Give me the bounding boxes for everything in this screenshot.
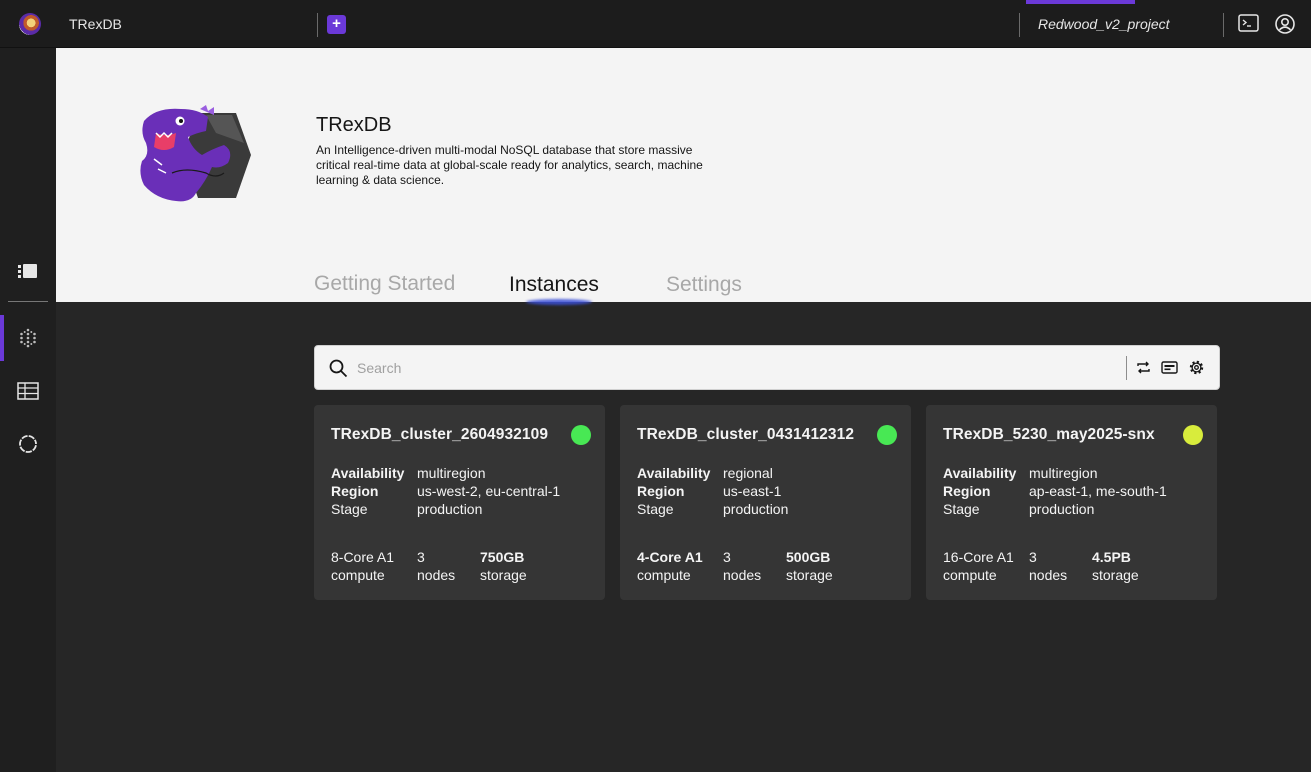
search-bar <box>314 345 1220 390</box>
stage-label: Stage <box>943 501 980 517</box>
status-indicator <box>1183 425 1203 445</box>
availability-value: multiregion <box>1029 465 1098 481</box>
sidebar <box>0 48 56 772</box>
tab-getting-started[interactable]: Getting Started <box>314 272 455 296</box>
status-indicator <box>877 425 897 445</box>
nodes-value: 3 <box>723 549 731 565</box>
sidebar-item-instances[interactable] <box>0 318 56 358</box>
cluster-name[interactable]: TRexDB_cluster_0431412312 <box>637 426 854 444</box>
sidebar-item-tables[interactable] <box>0 371 56 411</box>
cluster-card[interactable]: TRexDB_cluster_2604932109 Availability m… <box>314 405 605 600</box>
settings-gear-icon[interactable] <box>1188 359 1205 376</box>
storage-stat: 500GB storage <box>786 548 833 584</box>
compute-stat: 16-Core A1 compute <box>943 548 1014 584</box>
availability-label: Availability <box>943 465 1017 481</box>
project-selector[interactable]: Redwood_v2_project <box>1038 16 1170 32</box>
availability-value: multiregion <box>417 465 486 481</box>
storage-value: 500GB <box>786 549 831 565</box>
nodes-value: 3 <box>1029 549 1037 565</box>
product-description: An Intelligence-driven multi-modal NoSQL… <box>316 143 703 187</box>
divider <box>317 13 318 37</box>
storage-label: storage <box>1092 567 1139 583</box>
terminal-icon[interactable] <box>1238 14 1259 32</box>
availability-label: Availability <box>331 465 405 481</box>
product-header: TRexDB An Intelligence-driven multi-moda… <box>56 48 1311 305</box>
nodes-label: nodes <box>417 567 456 583</box>
stage-label: Stage <box>331 501 368 517</box>
region-value: us-west-2, eu-central-1 <box>417 483 561 499</box>
region-value: ap-east-1, me-south-1 <box>1029 483 1167 499</box>
nodes-label: nodes <box>723 567 762 583</box>
compute-label: compute <box>331 567 385 583</box>
compute-value: 4-Core A1 <box>637 549 703 565</box>
compute-label: compute <box>943 567 997 583</box>
nodes-stat: 3 nodes <box>417 548 455 584</box>
product-title: TRexDB <box>316 114 392 136</box>
divider <box>1019 13 1020 37</box>
status-indicator <box>571 425 591 445</box>
sidebar-item-monitor[interactable] <box>0 424 56 464</box>
region-label: Region <box>331 483 379 499</box>
search-icon <box>329 359 348 378</box>
stage-value: production <box>1029 501 1095 517</box>
cluster-card[interactable]: TRexDB_cluster_0431412312 Availability r… <box>620 405 911 600</box>
cluster-name[interactable]: TRexDB_5230_may2025-snx <box>943 426 1155 444</box>
app-title[interactable]: TRexDB <box>69 16 122 32</box>
search-divider <box>1126 356 1127 380</box>
sidebar-item-catalog[interactable] <box>0 251 56 291</box>
divider <box>1223 13 1224 37</box>
app-logo-icon[interactable] <box>19 13 41 35</box>
compute-value: 16-Core A1 <box>943 549 1014 565</box>
cluster-name[interactable]: TRexDB_cluster_2604932109 <box>331 426 548 444</box>
storage-value: 4.5PB <box>1092 549 1131 565</box>
nodes-value: 3 <box>417 549 425 565</box>
region-label: Region <box>943 483 991 499</box>
availability-label: Availability <box>637 465 711 481</box>
table-icon <box>17 382 39 400</box>
region-value: us-east-1 <box>723 483 782 499</box>
compute-stat: 8-Core A1 compute <box>331 548 394 584</box>
refresh-icon[interactable] <box>1135 359 1152 376</box>
availability-value: regional <box>723 465 773 481</box>
settings-ring-icon <box>18 434 38 454</box>
tab-instances[interactable]: Instances <box>509 273 599 297</box>
stage-value: production <box>723 501 789 517</box>
storage-label: storage <box>480 567 527 583</box>
nodes-stat: 3 nodes <box>1029 548 1067 584</box>
nodes-stat: 3 nodes <box>723 548 761 584</box>
stage-value: production <box>417 501 483 517</box>
nodes-label: nodes <box>1029 567 1068 583</box>
region-label: Region <box>637 483 685 499</box>
storage-label: storage <box>786 567 833 583</box>
add-button[interactable]: + <box>327 15 346 34</box>
compute-stat: 4-Core A1 compute <box>637 548 703 584</box>
storage-stat: 4.5PB storage <box>1092 548 1139 584</box>
storage-value: 750GB <box>480 549 525 565</box>
top-bar: TRexDB + Redwood_v2_project <box>0 0 1311 48</box>
list-icon <box>18 264 37 278</box>
tab-settings[interactable]: Settings <box>666 273 742 297</box>
card-view-icon[interactable] <box>1161 359 1178 376</box>
stage-label: Stage <box>637 501 674 517</box>
user-avatar-icon[interactable] <box>1275 14 1295 34</box>
compute-label: compute <box>637 567 691 583</box>
sidebar-divider <box>8 301 48 302</box>
trex-mascot-icon <box>140 105 251 202</box>
cluster-card[interactable]: TRexDB_5230_may2025-snx Availability mul… <box>926 405 1217 600</box>
tab-active-indicator <box>526 299 592 305</box>
compute-value: 8-Core A1 <box>331 549 395 565</box>
network-icon <box>20 328 36 348</box>
storage-stat: 750GB storage <box>480 548 527 584</box>
search-input[interactable] <box>357 356 1117 380</box>
project-accent-bar <box>1026 0 1135 4</box>
